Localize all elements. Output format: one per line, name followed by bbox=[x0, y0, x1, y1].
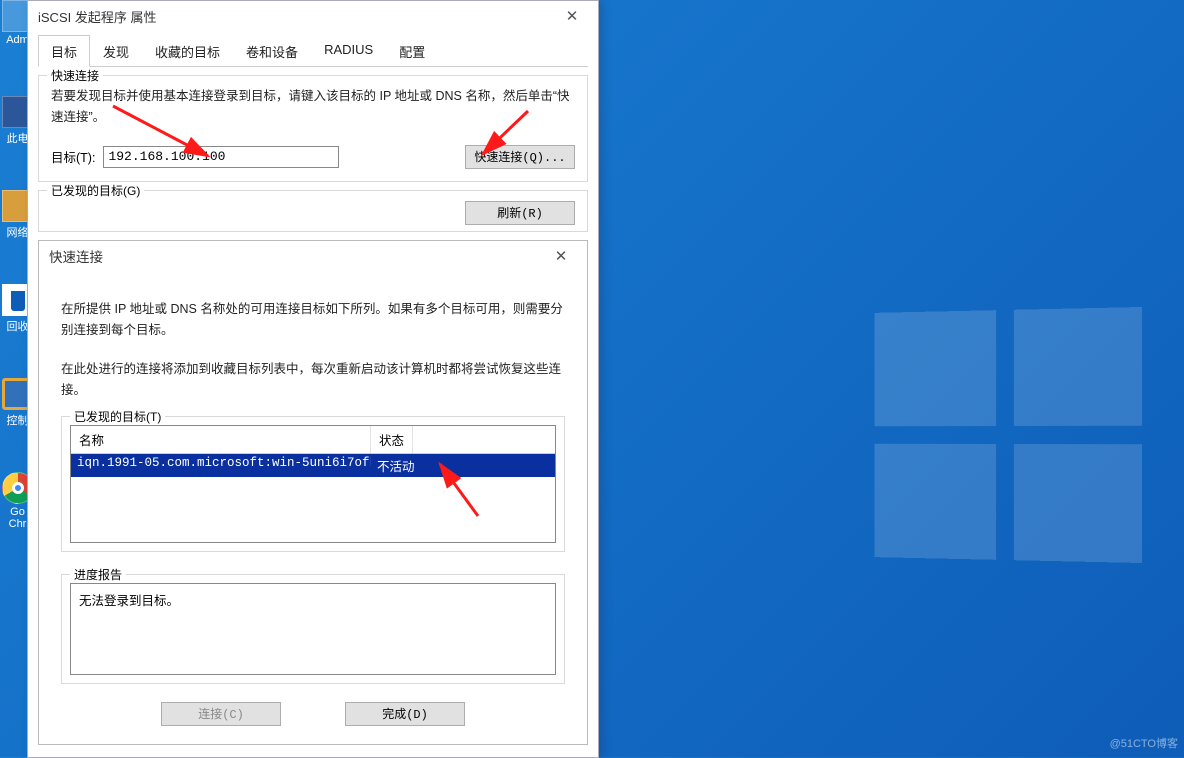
discovered-targets-group: 已发现的目标(T) 名称 状态 iqn.1991-05.com.microsof… bbox=[61, 416, 565, 552]
quick-connect-button[interactable]: 快速连接(Q)... bbox=[465, 145, 575, 169]
discovered-group: 已发现的目标(G) 刷新(R) bbox=[38, 190, 588, 232]
tab-config[interactable]: 配置 bbox=[386, 35, 438, 67]
tab-target[interactable]: 目标 bbox=[38, 35, 90, 67]
close-icon[interactable]: ✕ bbox=[552, 7, 592, 25]
dialog-title: iSCSI 发起程序 属性 bbox=[34, 7, 552, 26]
dialog-titlebar[interactable]: iSCSI 发起程序 属性 ✕ bbox=[28, 1, 598, 31]
watermark: @51CTO博客 bbox=[1110, 735, 1178, 751]
col-state[interactable]: 状态 bbox=[371, 426, 413, 453]
table-header: 名称 状态 bbox=[71, 426, 555, 454]
progress-text: 无法登录到目标。 bbox=[70, 583, 556, 675]
connect-button[interactable]: 连接(C) bbox=[161, 702, 281, 726]
target-input[interactable] bbox=[103, 146, 339, 168]
iscsi-properties-dialog: iSCSI 发起程序 属性 ✕ 目标 发现 收藏的目标 卷和设备 RADIUS … bbox=[27, 0, 599, 758]
target-label: 目标(T): bbox=[51, 147, 95, 166]
cell-state: 不活动 bbox=[371, 454, 421, 477]
discovered-targets-label: 已发现的目标(T) bbox=[70, 408, 165, 425]
inner-title: 快速连接 bbox=[45, 246, 541, 266]
inner-close-icon[interactable]: ✕ bbox=[541, 247, 581, 265]
discovered-label: 已发现的目标(G) bbox=[47, 182, 144, 199]
tab-radius[interactable]: RADIUS bbox=[311, 35, 386, 67]
progress-group: 进度报告 无法登录到目标。 bbox=[61, 574, 565, 684]
tab-favorites[interactable]: 收藏的目标 bbox=[142, 35, 233, 67]
tab-volumes[interactable]: 卷和设备 bbox=[233, 35, 311, 67]
quick-connect-desc: 若要发现目标并使用基本连接登录到目标，请键入该目标的 IP 地址或 DNS 名称… bbox=[51, 86, 575, 129]
quick-connect-dialog: 快速连接 ✕ 在所提供 IP 地址或 DNS 名称处的可用连接目标如下所列。如果… bbox=[38, 240, 588, 745]
inner-titlebar[interactable]: 快速连接 ✕ bbox=[39, 241, 587, 271]
windows-logo bbox=[874, 307, 1142, 563]
table-row[interactable]: iqn.1991-05.com.microsoft:win-5uni6i7ofk… bbox=[71, 454, 555, 477]
progress-label: 进度报告 bbox=[70, 566, 126, 583]
targets-table[interactable]: 名称 状态 iqn.1991-05.com.microsoft:win-5uni… bbox=[70, 425, 556, 543]
tabstrip: 目标 发现 收藏的目标 卷和设备 RADIUS 配置 bbox=[38, 35, 588, 67]
inner-desc1: 在所提供 IP 地址或 DNS 名称处的可用连接目标如下所列。如果有多个目标可用… bbox=[61, 299, 565, 342]
quick-connect-group: 快速连接 若要发现目标并使用基本连接登录到目标，请键入该目标的 IP 地址或 D… bbox=[38, 75, 588, 182]
cell-name: iqn.1991-05.com.microsoft:win-5uni6i7ofk… bbox=[71, 454, 371, 477]
col-name[interactable]: 名称 bbox=[71, 426, 371, 453]
tab-discover[interactable]: 发现 bbox=[90, 35, 142, 67]
quick-connect-label: 快速连接 bbox=[47, 67, 103, 84]
refresh-button[interactable]: 刷新(R) bbox=[465, 201, 575, 225]
done-button[interactable]: 完成(D) bbox=[345, 702, 465, 726]
inner-desc2: 在此处进行的连接将添加到收藏目标列表中，每次重新启动该计算机时都将尝试恢复这些连… bbox=[61, 359, 565, 402]
